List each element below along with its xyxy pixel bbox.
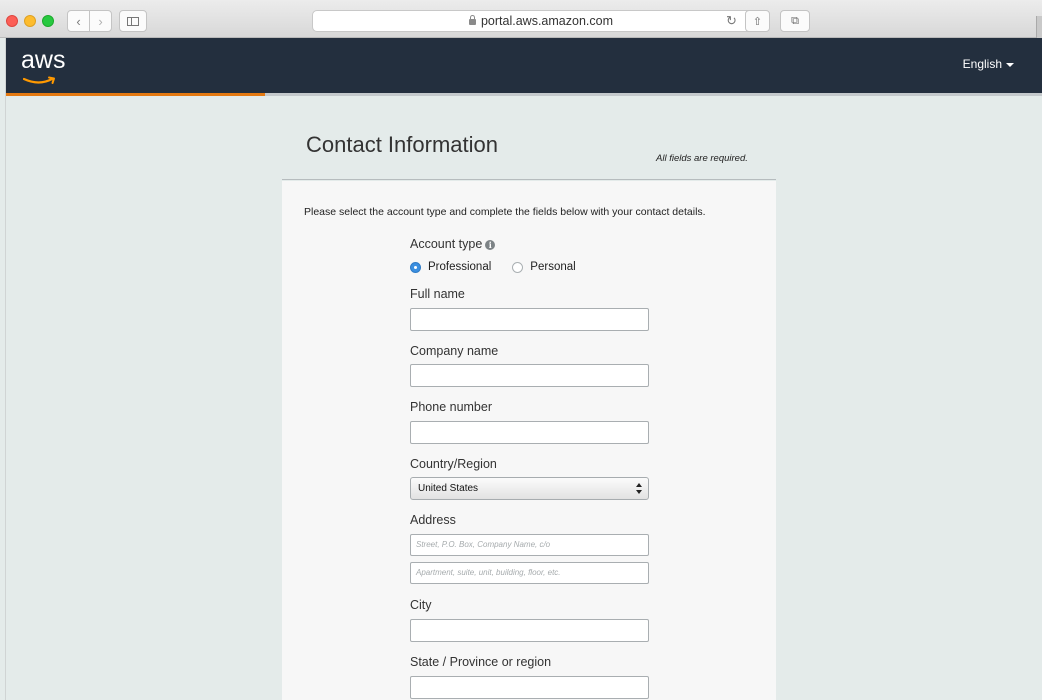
chevron-left-icon: ‹ bbox=[76, 13, 81, 29]
language-selector[interactable]: English bbox=[963, 57, 1014, 71]
phone-number-input[interactable] bbox=[410, 421, 649, 444]
account-type-personal[interactable]: Personal bbox=[512, 261, 576, 273]
select-arrows-icon bbox=[636, 483, 642, 494]
country-select-value: United States bbox=[418, 483, 479, 494]
radio-professional[interactable] bbox=[410, 261, 421, 273]
reload-icon[interactable]: ↻ bbox=[726, 13, 737, 29]
account-type-radio-group: Professional Personal bbox=[410, 261, 597, 273]
required-note: All fields are required. bbox=[656, 153, 748, 164]
state-label: State / Province or region bbox=[410, 655, 552, 669]
company-name-input[interactable] bbox=[410, 364, 649, 387]
page-background: Contact Information All fields are requi… bbox=[6, 96, 1042, 700]
aws-logo[interactable]: aws bbox=[21, 46, 65, 75]
address-bar[interactable]: portal.aws.amazon.com bbox=[312, 10, 770, 32]
info-icon[interactable]: i bbox=[485, 240, 496, 250]
aws-smile-icon bbox=[23, 76, 55, 84]
radio-professional-label: Professional bbox=[428, 261, 492, 273]
full-name-label: Full name bbox=[410, 287, 465, 301]
browser-toolbar: ‹ › portal.aws.amazon.com ↻ ⇧ ⧉ bbox=[0, 0, 1042, 38]
share-button[interactable]: ⇧ bbox=[745, 10, 770, 32]
minimize-window-button[interactable] bbox=[24, 15, 36, 27]
forward-button[interactable]: › bbox=[89, 10, 112, 32]
account-type-professional[interactable]: Professional bbox=[410, 261, 491, 273]
sidebar-toggle-button[interactable] bbox=[119, 10, 147, 32]
share-icon: ⇧ bbox=[752, 15, 763, 28]
lock-icon bbox=[468, 15, 476, 25]
language-label: English bbox=[962, 57, 1002, 71]
contact-form: Please select the account type and compl… bbox=[282, 181, 776, 700]
show-tabs-button[interactable]: ⧉ bbox=[780, 10, 810, 32]
state-input[interactable] bbox=[410, 676, 649, 699]
account-type-label: Account type i bbox=[410, 237, 496, 251]
country-label: Country/Region bbox=[410, 457, 497, 471]
sidebar-icon bbox=[127, 16, 139, 26]
city-label: City bbox=[410, 598, 432, 612]
page-title: Contact Information bbox=[306, 132, 498, 157]
address-label: Address bbox=[410, 513, 456, 527]
radio-personal-label: Personal bbox=[530, 261, 576, 273]
address-line2-input[interactable]: Apartment, suite, unit, building, floor,… bbox=[410, 562, 649, 584]
form-header: Contact Information All fields are requi… bbox=[282, 96, 776, 180]
url-text: portal.aws.amazon.com bbox=[480, 14, 613, 28]
chevron-right-icon: › bbox=[98, 13, 103, 29]
form-intro: Please select the account type and compl… bbox=[304, 206, 706, 218]
full-name-input[interactable] bbox=[410, 308, 649, 331]
company-name-label: Company name bbox=[410, 344, 499, 358]
country-select[interactable]: United States bbox=[410, 477, 649, 500]
caret-down-icon bbox=[1006, 62, 1014, 67]
tabs-icon: ⧉ bbox=[791, 14, 799, 27]
close-window-button[interactable] bbox=[6, 15, 18, 27]
zoom-window-button[interactable] bbox=[42, 15, 54, 27]
city-input[interactable] bbox=[410, 619, 649, 642]
back-button[interactable]: ‹ bbox=[67, 10, 90, 32]
address-line1-input[interactable]: Street, P.O. Box, Company Name, c/o bbox=[410, 534, 649, 556]
radio-personal[interactable] bbox=[512, 261, 524, 273]
aws-header: aws English bbox=[6, 38, 1042, 93]
account-type-label-text: Account type bbox=[410, 237, 483, 251]
new-tab-edge[interactable] bbox=[1036, 16, 1042, 38]
phone-number-label: Phone number bbox=[410, 400, 493, 414]
